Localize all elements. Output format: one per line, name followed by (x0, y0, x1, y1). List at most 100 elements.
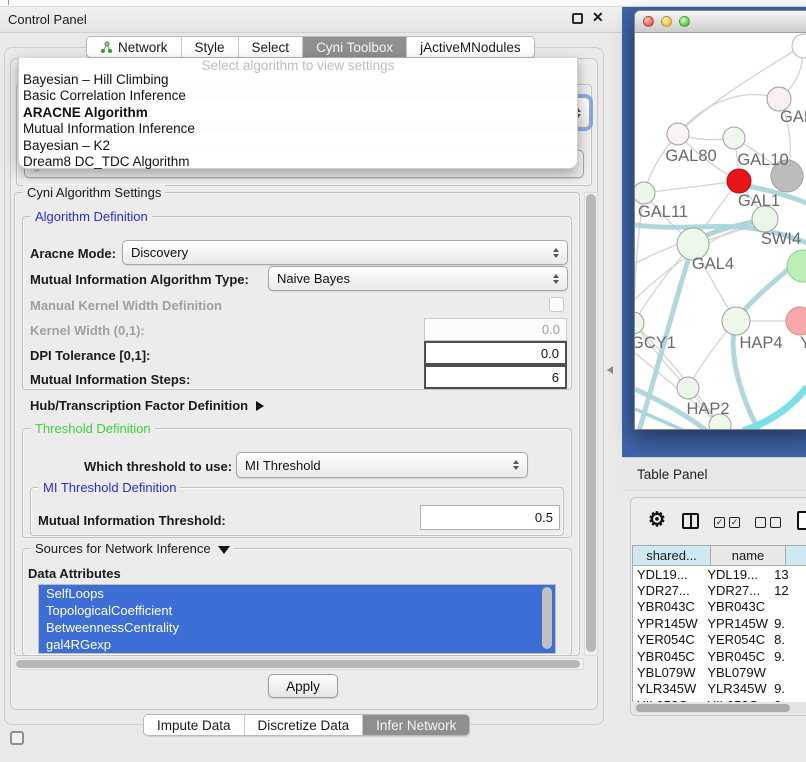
table-row[interactable]: YBR043CYBR043C (633, 599, 806, 615)
which-threshold-combobox[interactable]: MI Threshold (236, 452, 528, 478)
bottom-tabbar: Impute Data Discretize Data Infer Networ… (143, 714, 470, 736)
list-item[interactable]: TopologicalCoefficient (39, 602, 555, 619)
restore-panel-icon[interactable] (10, 731, 24, 745)
network-node[interactable] (667, 123, 689, 145)
cell: 12 (770, 583, 806, 598)
node-label: GAL80 (665, 147, 716, 165)
network-node[interactable] (722, 307, 750, 335)
list-item[interactable]: SelfLoops (39, 585, 555, 602)
tab-impute-data[interactable]: Impute Data (144, 715, 245, 735)
table-row[interactable]: YBL079WYBL079W (633, 664, 806, 680)
table-row[interactable]: YPR145WYPR145W9. (633, 615, 806, 631)
control-panel-tabbar: Network Style Select Cyni Toolbox jActiv… (86, 36, 535, 58)
node-label: GAL1 (738, 192, 780, 210)
tab-jactivemnodules-label: jActiveMNodules (420, 40, 521, 55)
node-label: GAL (780, 108, 806, 126)
network-node[interactable] (635, 312, 644, 334)
cell: YDL19... (703, 567, 770, 582)
tab-discretize-data-label: Discretize Data (258, 718, 350, 733)
dropdown-item[interactable]: Mutual Information Inference (19, 121, 577, 137)
tab-infer-network[interactable]: Infer Network (363, 715, 469, 735)
deselect-all-columns-icon[interactable] (755, 517, 781, 528)
dpi-tolerance-field[interactable]: 0.0 (424, 341, 567, 365)
tab-style[interactable]: Style (182, 37, 239, 57)
network-canvas[interactable]: GAL GAL80 GAL10 GAL1 GAL11 SWI4 GAL4 GCY… (635, 33, 806, 430)
document-icon[interactable] (797, 511, 806, 530)
table-panel-titlebar: Table Panel (622, 457, 806, 491)
collapse-arrow-icon (218, 546, 230, 554)
window-minimize-button[interactable] (661, 16, 672, 27)
cell: YBL079W (703, 665, 770, 680)
mi-steps-label: Mutual Information Steps: (30, 372, 190, 387)
network-node-selected[interactable] (727, 169, 751, 193)
mi-threshold-field[interactable]: 0.5 (420, 505, 560, 530)
hub-definition-toggle[interactable]: Hub/Transcription Factor Definition (30, 398, 264, 413)
data-attributes-list: SelfLoops TopologicalCoefficient Between… (38, 584, 556, 654)
select-all-columns-icon[interactable]: ✓ ✓ (714, 517, 740, 528)
column-header-shared[interactable]: shared... (632, 545, 711, 566)
list-item[interactable]: gal4RGexp (39, 636, 555, 653)
manual-kernel-checkbox[interactable] (549, 297, 564, 312)
dropdown-item[interactable]: Basic Correlation Inference (19, 88, 577, 104)
cell: YER054C (633, 632, 703, 647)
horizontal-scrollbar-thumb[interactable] (16, 660, 580, 668)
mi-steps-field[interactable]: 6 (424, 365, 567, 389)
kernel-width-field[interactable]: 0.0 (424, 318, 567, 341)
tab-cyni-toolbox-label: Cyni Toolbox (316, 40, 393, 55)
network-node[interactable] (792, 34, 806, 58)
table-body: YDL19...YDL19...13 YDR27...YDR27...12 YB… (632, 566, 806, 702)
list-item[interactable]: BetweennessCentrality (39, 619, 555, 636)
column-header-extra[interactable] (785, 545, 806, 566)
cell: YPR145W (633, 616, 703, 631)
mi-type-combobox[interactable]: Naive Bayes (268, 266, 568, 291)
kernel-width-value: 0.0 (542, 322, 560, 337)
manual-kernel-label: Manual Kernel Width Definition (30, 298, 222, 313)
network-window-titlebar[interactable] (635, 11, 806, 33)
network-node[interactable] (677, 377, 699, 399)
node-label: GAL4 (692, 255, 734, 273)
table-row[interactable]: YBR045CYBR045C9. (633, 648, 806, 664)
node-label: HAP4 (739, 334, 782, 352)
network-node[interactable] (723, 127, 745, 149)
columns-icon[interactable] (682, 513, 699, 529)
node-label: Y (800, 334, 806, 352)
tab-infer-network-label: Infer Network (376, 718, 456, 733)
window-close-button[interactable] (643, 16, 654, 27)
apply-button[interactable]: Apply (268, 674, 338, 698)
which-threshold-label: Which threshold to use: (84, 459, 232, 474)
window-zoom-button[interactable] (679, 16, 690, 27)
tab-network[interactable]: Network (87, 37, 182, 57)
table-row[interactable]: YER054CYER054C8. (633, 632, 806, 648)
gear-icon[interactable]: ⚙ (648, 510, 666, 530)
table-scrollbar-thumb[interactable] (636, 704, 790, 712)
close-panel-icon[interactable]: ✕ (592, 9, 604, 26)
expand-arrow-icon (256, 401, 264, 411)
aracne-mode-combobox[interactable]: Discovery (122, 240, 568, 265)
network-node[interactable] (635, 182, 655, 204)
tab-impute-data-label: Impute Data (157, 718, 231, 733)
table-row[interactable]: YLR345WYLR345W9. (633, 681, 806, 697)
tab-jactivemnodules[interactable]: jActiveMNodules (407, 37, 534, 57)
kernel-width-label: Kernel Width (0,1): (30, 323, 145, 338)
dropdown-item-highlighted[interactable]: ARACNE Algorithm (19, 105, 577, 121)
network-node[interactable] (786, 307, 806, 335)
tab-select[interactable]: Select (239, 37, 304, 57)
tab-style-label: Style (195, 40, 225, 55)
table-row[interactable]: YDR27...YDR27...12 (633, 582, 806, 598)
dropdown-item[interactable]: Bayesian – Hill Climbing (19, 72, 577, 88)
column-header-name[interactable]: name (710, 545, 786, 566)
hub-definition-label: Hub/Transcription Factor Definition (30, 398, 248, 413)
table-row[interactable]: YDL19...YDL19...13 (633, 566, 806, 582)
vertical-scrollbar-thumb[interactable] (586, 194, 596, 652)
top-strip (0, 0, 806, 7)
dropdown-item[interactable]: Bayesian – K2 (19, 138, 577, 154)
column-header-label: name (732, 548, 765, 563)
network-node[interactable] (787, 250, 806, 282)
float-panel-icon[interactable] (572, 13, 583, 24)
tab-discretize-data[interactable]: Discretize Data (245, 715, 364, 735)
panel-divider-collapse-icon[interactable] (607, 366, 613, 374)
list-scrollbar[interactable] (542, 587, 552, 649)
cell: YBR043C (703, 599, 770, 614)
dropdown-item[interactable]: Dream8 DC_TDC Algorithm (19, 154, 577, 170)
tab-cyni-toolbox[interactable]: Cyni Toolbox (303, 37, 407, 57)
